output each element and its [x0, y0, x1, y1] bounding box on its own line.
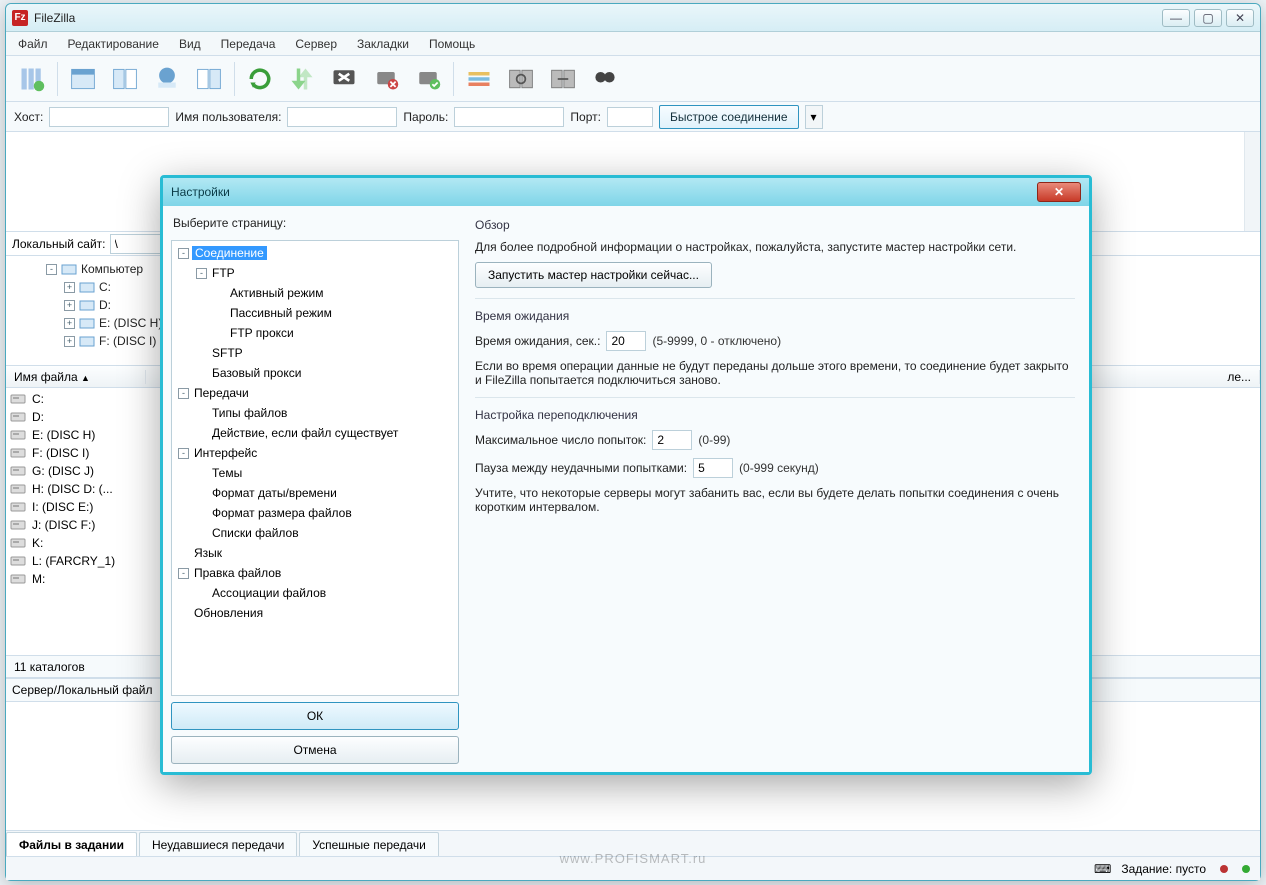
- menu-bookmarks[interactable]: Закладки: [353, 35, 413, 53]
- settings-dialog: Настройки ✕ Выберите страницу: -Соединен…: [160, 175, 1092, 775]
- tab-success[interactable]: Успешные передачи: [299, 832, 439, 856]
- menu-server[interactable]: Сервер: [291, 35, 341, 53]
- col-remote-partial[interactable]: ле...: [1210, 370, 1260, 384]
- tab-queued[interactable]: Файлы в задании: [6, 832, 137, 856]
- menu-transfer[interactable]: Передача: [217, 35, 280, 53]
- settings-tree-item[interactable]: Пассивный режим: [174, 303, 456, 323]
- settings-tree-item[interactable]: -Соединение: [174, 243, 456, 263]
- reconnect-title: Настройка переподключения: [475, 408, 1075, 422]
- settings-tree-item[interactable]: Активный режим: [174, 283, 456, 303]
- quickconnect-button[interactable]: Быстрое соединение: [659, 105, 799, 129]
- filter-button[interactable]: [459, 59, 499, 99]
- delay-hint: (0-999 секунд): [739, 461, 819, 475]
- timeout-label: Время ожидания, сек.:: [475, 334, 600, 348]
- retries-hint: (0-99): [698, 433, 730, 447]
- ok-button[interactable]: ОК: [171, 702, 459, 730]
- retries-label: Максимальное число попыток:: [475, 433, 646, 447]
- menu-help[interactable]: Помощь: [425, 35, 479, 53]
- overview-title: Обзор: [475, 218, 1075, 232]
- user-input[interactable]: [287, 107, 397, 127]
- port-label: Порт:: [570, 110, 601, 124]
- settings-tree-item[interactable]: Ассоциации файлов: [174, 583, 456, 603]
- quickconnect-bar: Хост: Имя пользователя: Пароль: Порт: Бы…: [6, 102, 1260, 132]
- app-icon: Fz: [12, 10, 28, 26]
- toggle-log-button[interactable]: [63, 59, 103, 99]
- delay-input[interactable]: [693, 458, 733, 478]
- search-button[interactable]: [585, 59, 625, 99]
- settings-tree-item[interactable]: Формат даты/времени: [174, 483, 456, 503]
- localsite-label: Локальный сайт:: [12, 237, 106, 251]
- menubar: Файл Редактирование Вид Передача Сервер …: [6, 32, 1260, 56]
- sitemanager-button[interactable]: [12, 59, 52, 99]
- settings-tree-item[interactable]: Типы файлов: [174, 403, 456, 423]
- menu-view[interactable]: Вид: [175, 35, 205, 53]
- sync-browse-button[interactable]: [543, 59, 583, 99]
- settings-tree-item[interactable]: Списки файлов: [174, 523, 456, 543]
- dialog-left-panel: Выберите страницу: -Соединение-FTPАктивн…: [171, 214, 459, 764]
- timeout-text: Если во время операции данные не будут п…: [475, 359, 1075, 387]
- settings-tree-item[interactable]: Темы: [174, 463, 456, 483]
- reconnect-button[interactable]: [408, 59, 448, 99]
- settings-tree-item[interactable]: SFTP: [174, 343, 456, 363]
- tab-failed[interactable]: Неудавшиеся передачи: [139, 832, 297, 856]
- settings-tree-item[interactable]: Базовый прокси: [174, 363, 456, 383]
- timeout-input[interactable]: [606, 331, 646, 351]
- dialog-close-button[interactable]: ✕: [1037, 182, 1081, 202]
- settings-tree-item[interactable]: -FTP: [174, 263, 456, 283]
- app-title: FileZilla: [34, 11, 75, 25]
- toolbar: [6, 56, 1260, 102]
- queue-indicator-icon: ⌨: [1094, 862, 1111, 876]
- disconnect-button[interactable]: [366, 59, 406, 99]
- pass-input[interactable]: [454, 107, 564, 127]
- activity-led-send-icon: [1242, 865, 1250, 873]
- col-filename[interactable]: Имя файла ▲: [6, 370, 146, 384]
- dialog-title: Настройки: [171, 185, 230, 199]
- minimize-button[interactable]: —: [1162, 9, 1190, 27]
- close-button[interactable]: ✕: [1226, 9, 1254, 27]
- queue-tabs: Файлы в задании Неудавшиеся передачи Усп…: [6, 830, 1260, 856]
- activity-led-recv-icon: [1220, 865, 1228, 873]
- settings-tree-item[interactable]: Обновления: [174, 603, 456, 623]
- settings-tree-item[interactable]: Формат размера файлов: [174, 503, 456, 523]
- settings-tree-item[interactable]: Действие, если файл существует: [174, 423, 456, 443]
- cancel-button[interactable]: [324, 59, 364, 99]
- overview-text: Для более подробной информации о настрой…: [475, 240, 1075, 254]
- process-queue-button[interactable]: [282, 59, 322, 99]
- menu-file[interactable]: Файл: [14, 35, 52, 53]
- timeout-title: Время ожидания: [475, 309, 1075, 323]
- queue-status: Задание: пусто: [1121, 862, 1206, 876]
- host-input[interactable]: [49, 107, 169, 127]
- settings-panel: Обзор Для более подробной информации о н…: [469, 214, 1081, 764]
- settings-tree-item[interactable]: -Передачи: [174, 383, 456, 403]
- quickconnect-dropdown[interactable]: ▾: [805, 105, 823, 129]
- toggle-tree-button[interactable]: [105, 59, 145, 99]
- compare-button[interactable]: [501, 59, 541, 99]
- pass-label: Пароль:: [403, 110, 448, 124]
- refresh-button[interactable]: [240, 59, 280, 99]
- select-page-label: Выберите страницу:: [171, 214, 459, 234]
- toggle-remote-tree-button[interactable]: [189, 59, 229, 99]
- settings-tree[interactable]: -Соединение-FTPАктивный режимПассивный р…: [171, 240, 459, 696]
- timeout-hint: (5-9999, 0 - отключено): [652, 334, 781, 348]
- titlebar: Fz FileZilla — ▢ ✕: [6, 4, 1260, 32]
- toggle-queue-button[interactable]: [147, 59, 187, 99]
- dialog-titlebar: Настройки ✕: [163, 178, 1089, 206]
- retries-input[interactable]: [652, 430, 692, 450]
- log-scrollbar[interactable]: [1244, 132, 1260, 231]
- settings-tree-item[interactable]: -Интерфейс: [174, 443, 456, 463]
- cancel-button[interactable]: Отмена: [171, 736, 459, 764]
- host-label: Хост:: [14, 110, 43, 124]
- port-input[interactable]: [607, 107, 653, 127]
- run-wizard-button[interactable]: Запустить мастер настройки сейчас...: [475, 262, 712, 288]
- menu-edit[interactable]: Редактирование: [64, 35, 163, 53]
- maximize-button[interactable]: ▢: [1194, 9, 1222, 27]
- settings-tree-item[interactable]: -Правка файлов: [174, 563, 456, 583]
- statusbar: ⌨ Задание: пусто: [6, 856, 1260, 880]
- settings-tree-item[interactable]: Язык: [174, 543, 456, 563]
- settings-tree-item[interactable]: FTP прокси: [174, 323, 456, 343]
- user-label: Имя пользователя:: [175, 110, 281, 124]
- delay-label: Пауза между неудачными попытками:: [475, 461, 687, 475]
- reconnect-text: Учтите, что некоторые серверы могут заба…: [475, 486, 1075, 514]
